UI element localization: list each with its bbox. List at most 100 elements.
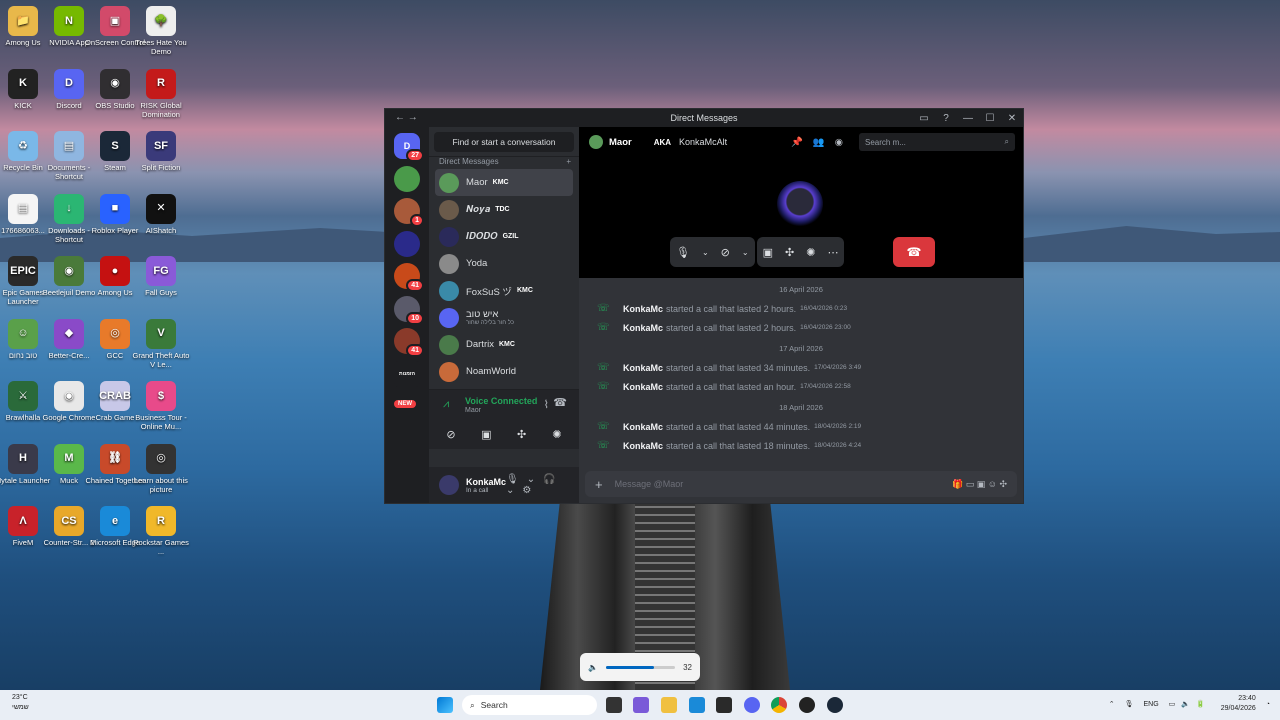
discord-window[interactable]: ← → Direct Messages ▭ ? — ☐ ✕ D 27 1 41 10 41… xyxy=(384,108,1024,504)
clan-tag: KMC xyxy=(516,287,533,294)
maximize-button[interactable]: ☐ xyxy=(979,109,1001,127)
desktop-icon[interactable]: 🌳 Trees Hate You Demo xyxy=(129,6,193,56)
help-icon[interactable]: ? xyxy=(935,109,957,127)
clock[interactable]: 23:40 29/04/2026 xyxy=(1221,694,1256,714)
find-conversation-button[interactable]: Find or start a conversation xyxy=(434,131,574,152)
start-icon[interactable] xyxy=(437,697,453,713)
back-forward-icons[interactable]: ← → xyxy=(395,112,418,123)
discord-taskbar-icon[interactable] xyxy=(744,697,760,713)
server-icon[interactable]: 10 xyxy=(394,295,424,325)
dm-item[interactable]: איש טוב כל חור בלילה שחור xyxy=(435,304,573,331)
desktop-icon-label: Business Tour - Online Mu... xyxy=(135,413,187,431)
desktop-icon[interactable]: ◎ Learn about this picture xyxy=(129,443,193,494)
message-author[interactable]: KonkaMc xyxy=(623,304,663,314)
network-icon[interactable]: ▭🔈🔋 xyxy=(1169,700,1211,708)
window-title: Direct Messages xyxy=(670,113,738,123)
activities-icon[interactable]: ✣ xyxy=(785,246,794,259)
language-indicator[interactable]: ENG xyxy=(1144,701,1159,708)
desktop-icon-label: Fall Guys xyxy=(145,288,177,297)
desktop-icon[interactable]: ✕ AIShatch xyxy=(129,193,193,235)
server-icon[interactable]: D 27 xyxy=(394,133,424,162)
signal-icon[interactable]: ⩘ xyxy=(443,398,449,411)
chevron-down-icon[interactable]: ⌄ xyxy=(702,248,709,257)
camera-off-icon[interactable]: ⊘ xyxy=(437,424,465,444)
chevron-up-icon[interactable]: ⌃ xyxy=(1109,700,1115,708)
server-icon[interactable] xyxy=(394,165,420,192)
minimize-button[interactable]: — xyxy=(957,109,979,127)
server-icon[interactable]: 41 xyxy=(394,263,424,292)
screen-share-icon[interactable]: ▣ xyxy=(472,424,500,444)
call-message: ☏ KonkaMc started a call that lasted 18 mi… xyxy=(579,436,1023,455)
close-button[interactable]: ✕ xyxy=(1001,109,1023,127)
desktop-icon[interactable]: FG Fall Guys xyxy=(129,256,193,297)
end-call-button[interactable]: ☎ xyxy=(893,237,935,267)
store-icon[interactable] xyxy=(716,697,732,713)
message-text: started a call that lasted 2 hours. xyxy=(666,322,797,333)
dm-item[interactable]: Dartrix KMC xyxy=(435,331,573,358)
message-author[interactable]: KonkaMc xyxy=(623,382,663,392)
search-input[interactable]: Search m... ⌕ xyxy=(859,133,1015,151)
desktop-icon[interactable]: SF Split Fiction xyxy=(129,131,193,172)
voice-channel[interactable]: Maor xyxy=(465,407,481,414)
search-icon: ⌕ xyxy=(470,699,475,710)
desktop-icon[interactable]: $ Business Tour - Online Mu... xyxy=(129,381,193,431)
dm-item[interactable]: FoxSuS ヅ KMC xyxy=(435,277,573,304)
chat-header: Maor AKA KonkaMcAlt 📌👥◉ Search m... ⌕ xyxy=(579,127,1023,157)
speaker-icon[interactable]: 🔈 xyxy=(588,663,598,672)
composer-tools-icons[interactable]: 🎁 ▭ ▣ ☺ ✣ xyxy=(952,479,1017,490)
noise-suppression-icon[interactable]: ⌇ xyxy=(544,398,549,411)
dm-item[interactable]: 𝑵𝒐𝒚𝒂 TDC xyxy=(435,196,573,223)
camera-icon[interactable]: ⊘ xyxy=(721,246,730,259)
message-composer[interactable]: + Message @Maor 🎁 ▭ ▣ ☺ ✣ xyxy=(585,471,1017,497)
soundboard-icon[interactable]: ✺ xyxy=(543,424,571,444)
volume-slider[interactable] xyxy=(605,665,676,669)
chat-avatar[interactable] xyxy=(589,135,603,149)
task-view-icon[interactable] xyxy=(606,697,622,713)
phone-icon: ☏ xyxy=(597,322,610,333)
server-icon[interactable] xyxy=(394,230,420,257)
server-icon[interactable]: 41 xyxy=(394,328,424,357)
weather-widget[interactable]: 23°C שמשי xyxy=(12,693,29,713)
message-author[interactable]: KonkaMc xyxy=(623,323,663,333)
teams-icon[interactable] xyxy=(633,697,649,713)
message-author[interactable]: KonkaMc xyxy=(623,441,663,451)
server-icon[interactable]: הזמנות xyxy=(394,360,420,387)
app-icon: R xyxy=(146,506,176,536)
app-icon: FG xyxy=(146,256,176,286)
taskbar-search[interactable]: ⌕ Search xyxy=(462,695,597,715)
avatar[interactable] xyxy=(439,475,459,495)
disconnect-icon[interactable]: ☎ xyxy=(553,396,567,409)
add-dm-icon[interactable]: + xyxy=(566,157,571,169)
mic-tray-icon[interactable]: 🎙 xyxy=(1125,700,1134,708)
call-avatar[interactable] xyxy=(777,181,823,227)
dm-item[interactable]: Yoda xyxy=(435,250,573,277)
notification-icon[interactable]: ◔ xyxy=(1266,701,1270,708)
dm-item[interactable]: 𝑰𝑫𝑶𝑫𝑶 GZIL xyxy=(435,223,573,250)
desktop-icon[interactable]: V Grand Theft Auto V Le... xyxy=(129,318,193,369)
dm-name: NoamWorld xyxy=(466,366,516,377)
message-author[interactable]: KonkaMc xyxy=(623,363,663,373)
soundboard-icon[interactable]: ✺ xyxy=(806,246,815,259)
screen-share-icon[interactable]: ▣ xyxy=(763,246,773,259)
edge-icon[interactable] xyxy=(689,697,705,713)
dm-item[interactable]: NoamWorld xyxy=(435,358,573,385)
more-icon[interactable]: ⋯ xyxy=(827,246,838,259)
message-author[interactable]: KonkaMc xyxy=(623,422,663,432)
inbox-icon[interactable]: ▭ xyxy=(913,109,935,127)
app-icon[interactable] xyxy=(799,697,815,713)
chrome-icon[interactable] xyxy=(771,697,787,713)
mic-headset-settings-icons[interactable]: 🎙⌄🎧⌄⚙ xyxy=(506,474,579,496)
desktop-icon[interactable]: R RISK Global Domination xyxy=(129,68,193,119)
desktop-icon-label: Rockstar Games ... xyxy=(133,538,189,556)
server-icon[interactable]: 1 xyxy=(394,198,424,227)
activities-icon[interactable]: ✣ xyxy=(508,424,536,444)
desktop-icon-label: Grand Theft Auto V Le... xyxy=(132,350,190,369)
dm-item[interactable]: Maor KMC xyxy=(435,169,573,196)
desktop-icon[interactable]: R Rockstar Games ... xyxy=(129,506,193,556)
file-explorer-icon[interactable] xyxy=(661,697,677,713)
header-icons[interactable]: 📌👥◉ xyxy=(791,137,853,148)
mic-icon[interactable]: 🎙 xyxy=(676,246,690,259)
plus-icon[interactable]: + xyxy=(595,477,603,492)
steam-icon[interactable] xyxy=(827,697,843,713)
chevron-down-icon[interactable]: ⌄ xyxy=(742,248,749,257)
